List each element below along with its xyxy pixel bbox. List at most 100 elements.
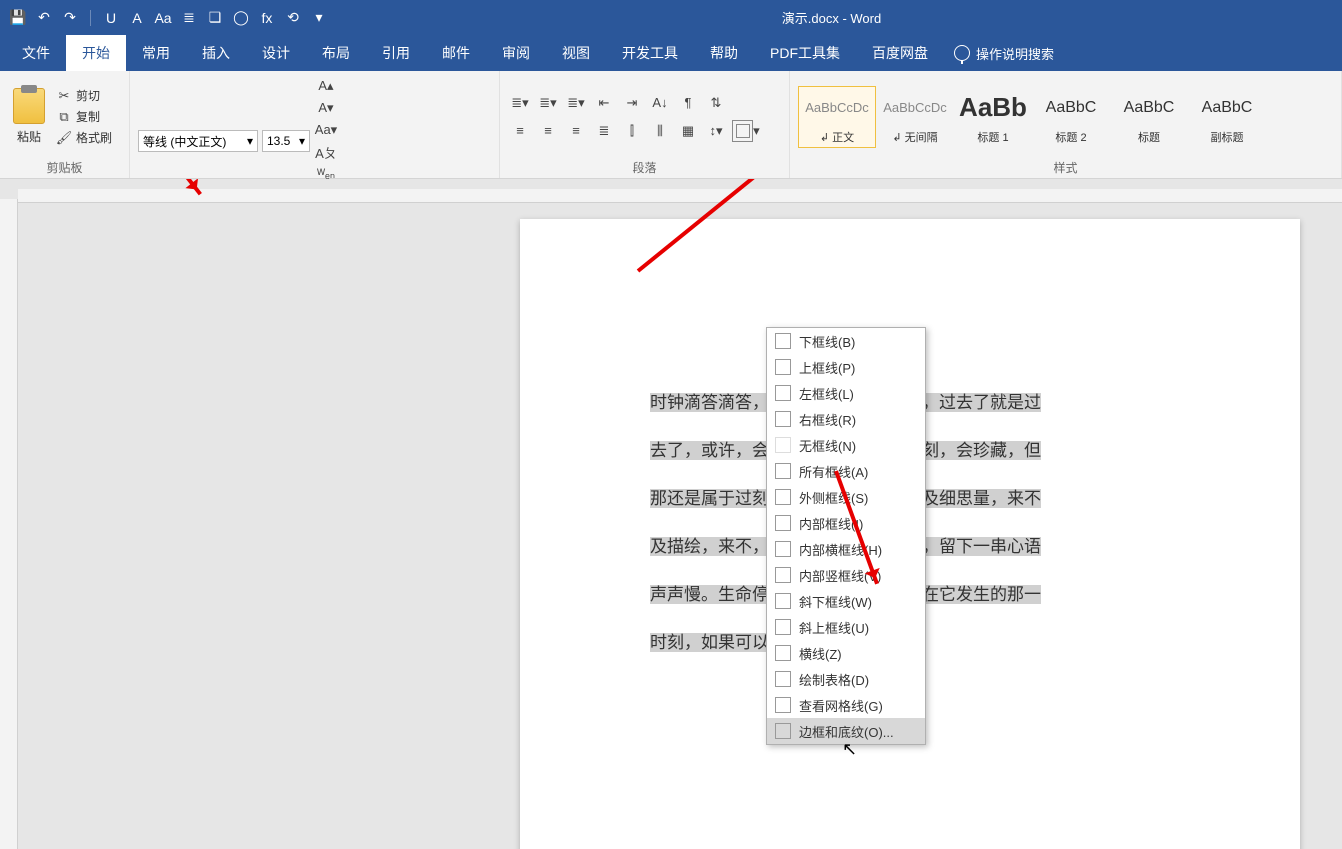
style-item[interactable]: AaBbCcDc↲ 无间隔 [876, 86, 954, 148]
paragraph-control[interactable]: ⇥ [620, 92, 644, 114]
border-type-icon [775, 489, 791, 505]
borders-menu-item[interactable]: 下框线(B) [767, 328, 925, 354]
borders-menu-item[interactable]: 所有框线(A) [767, 458, 925, 484]
format-painter-button[interactable]: 🖌格式刷 [56, 129, 116, 146]
borders-dropdown: 下框线(B)上框线(P)左框线(L)右框线(R)无框线(N)所有框线(A)外侧框… [766, 327, 926, 745]
border-type-icon [775, 437, 791, 453]
horizontal-ruler [18, 189, 1342, 203]
borders-menu-item[interactable]: 内部横框线(H) [767, 536, 925, 562]
qat-button[interactable]: A [127, 8, 147, 28]
paragraph-control[interactable]: ⫼ [648, 120, 672, 142]
paragraph-control[interactable]: ≡ [508, 120, 532, 142]
ribbon: 粘贴 ✂剪切 ⧉复制 🖌格式刷 剪贴板 等线 (中文正文)▾ 13.5▾ A▴A… [0, 71, 1342, 179]
font-control[interactable]: Aㄆ [314, 141, 338, 163]
qat-button[interactable]: Aa [153, 8, 173, 28]
copy-button[interactable]: ⧉复制 [56, 108, 116, 125]
borders-menu-item[interactable]: 横线(Z) [767, 640, 925, 666]
tab-5[interactable]: 布局 [306, 35, 366, 71]
style-item[interactable]: AaBbCcDc↲ 正文 [798, 86, 876, 148]
borders-menu-item[interactable]: 斜上框线(U) [767, 614, 925, 640]
borders-button[interactable]: ▾ [732, 120, 762, 142]
paragraph-control[interactable]: ⇤ [592, 92, 616, 114]
style-item[interactable]: AaBb标题 1 [954, 86, 1032, 148]
qat-button[interactable]: ⟲ [283, 8, 303, 28]
paste-button[interactable]: 粘贴 [17, 128, 41, 145]
borders-menu-item[interactable]: 查看网格线(G) [767, 692, 925, 718]
style-item[interactable]: AaBbC副标题 [1188, 86, 1266, 148]
paragraph-control[interactable]: ≣ [592, 120, 616, 142]
tab-12[interactable]: PDF工具集 [754, 35, 856, 71]
qat-button[interactable]: ↶ [34, 8, 54, 28]
tab-2[interactable]: 常用 [126, 35, 186, 71]
font-size-input[interactable]: 13.5▾ [262, 130, 310, 152]
qat-button[interactable]: U [101, 8, 121, 28]
borders-menu-item[interactable]: 边框和底纹(O)... [767, 718, 925, 744]
borders-menu-item[interactable]: 无框线(N) [767, 432, 925, 458]
font-control[interactable]: Aa▾ [314, 119, 338, 141]
border-type-icon [775, 411, 791, 427]
tab-11[interactable]: 帮助 [694, 35, 754, 71]
bulb-icon [954, 45, 970, 61]
workspace: 时钟滴答滴答，毫无表情，不缓不急，过去了就是过 去了，或许，会缅怀，会留恋，会铭… [0, 179, 1342, 849]
styles-group: AaBbCcDc↲ 正文AaBbCcDc↲ 无间隔AaBb标题 1AaBbC标题… [790, 71, 1342, 178]
qat-button[interactable]: ◯ [231, 8, 251, 28]
qat-button[interactable]: ↷ [60, 8, 80, 28]
font-control[interactable]: A▴ [314, 75, 338, 97]
borders-menu-item[interactable]: 内部框线(I) [767, 510, 925, 536]
scissors-icon: ✂ [56, 88, 72, 104]
qat-button[interactable]: ❏ [205, 8, 225, 28]
border-type-icon [775, 385, 791, 401]
paragraph-control[interactable]: ⇅ [704, 92, 728, 114]
paragraph-control[interactable]: ▦ [676, 120, 700, 142]
style-item[interactable]: AaBbC标题 [1110, 86, 1188, 148]
font-group: 等线 (中文正文)▾ 13.5▾ A▴A▾Aa▾AㄆᵂₑₙA BIU ▾abcx… [130, 71, 500, 178]
qat-button[interactable]: fx [257, 8, 277, 28]
chevron-down-icon: ▾ [299, 134, 305, 148]
brush-icon: 🖌 [56, 130, 72, 146]
paste-icon[interactable] [13, 88, 45, 124]
qat-button[interactable]: ▾ [309, 8, 329, 28]
ribbon-tabs: 文件开始常用插入设计布局引用邮件审阅视图开发工具帮助PDF工具集百度网盘操作说明… [0, 35, 1342, 71]
borders-menu-item[interactable]: 内部竖框线(V) [767, 562, 925, 588]
borders-menu-item[interactable]: 上框线(P) [767, 354, 925, 380]
clipboard-group: 粘贴 ✂剪切 ⧉复制 🖌格式刷 剪贴板 [0, 71, 130, 178]
borders-menu-item[interactable]: 右框线(R) [767, 406, 925, 432]
paragraph-control[interactable]: ↕▾ [704, 120, 728, 142]
paragraph-control[interactable]: A↓ [648, 92, 672, 114]
paragraph-control[interactable]: ⫿ [620, 120, 644, 142]
paragraph-control[interactable]: ≣▾ [508, 92, 532, 114]
tab-7[interactable]: 邮件 [426, 35, 486, 71]
group-label-clipboard: 剪贴板 [8, 158, 121, 176]
tab-4[interactable]: 设计 [246, 35, 306, 71]
paragraph-control[interactable]: ≣▾ [564, 92, 588, 114]
title-bar: 💾 ↶ ↷ UA Aa ≣ ❏ ◯ fx ⟲ ▾ 演示.docx - Word [0, 0, 1342, 35]
qat-button[interactable]: ≣ [179, 8, 199, 28]
border-type-icon [775, 619, 791, 635]
borders-menu-item[interactable]: 左框线(L) [767, 380, 925, 406]
paragraph-control[interactable]: ¶ [676, 92, 700, 114]
borders-menu-item[interactable]: 斜下框线(W) [767, 588, 925, 614]
tab-6[interactable]: 引用 [366, 35, 426, 71]
border-type-icon [775, 333, 791, 349]
qat-button[interactable]: 💾 [8, 8, 28, 28]
window-title: 演示.docx - Word [329, 8, 1334, 27]
cut-button[interactable]: ✂剪切 [56, 87, 116, 104]
tab-0[interactable]: 文件 [6, 35, 66, 71]
border-type-icon [775, 463, 791, 479]
border-type-icon [775, 593, 791, 609]
paragraph-control[interactable]: ≡ [564, 120, 588, 142]
tab-10[interactable]: 开发工具 [606, 35, 694, 71]
borders-menu-item[interactable]: 绘制表格(D) [767, 666, 925, 692]
font-name-input[interactable]: 等线 (中文正文)▾ [138, 130, 258, 152]
style-item[interactable]: AaBbC标题 2 [1032, 86, 1110, 148]
tell-me-search[interactable]: 操作说明搜索 [954, 35, 1054, 71]
tab-13[interactable]: 百度网盘 [856, 35, 944, 71]
document-text[interactable]: 时钟滴答滴答，毫无表情，不缓不急，过去了就是过 去了，或许，会缅怀，会留恋，会铭… [650, 379, 1270, 667]
tab-1[interactable]: 开始 [66, 35, 126, 71]
font-control[interactable]: A▾ [314, 97, 338, 119]
paragraph-control[interactable]: ≡ [536, 120, 560, 142]
tab-9[interactable]: 视图 [546, 35, 606, 71]
tab-3[interactable]: 插入 [186, 35, 246, 71]
paragraph-control[interactable]: ≣▾ [536, 92, 560, 114]
tab-8[interactable]: 审阅 [486, 35, 546, 71]
